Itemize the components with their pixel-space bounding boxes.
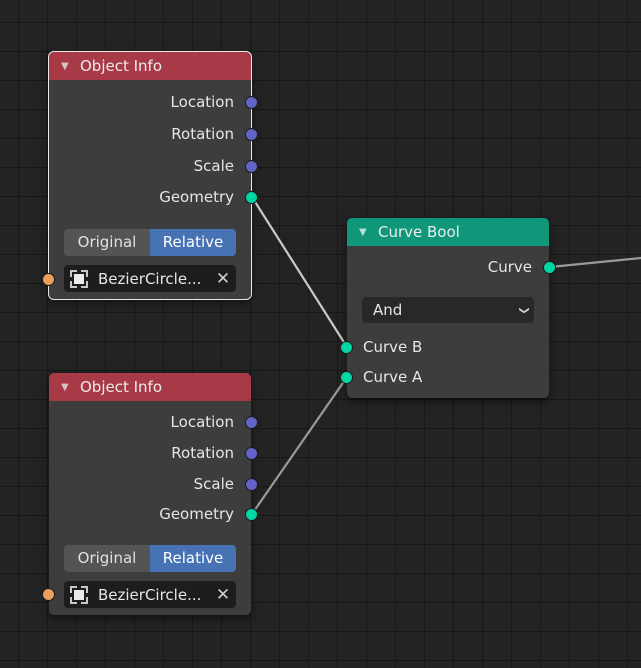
location-socket[interactable] — [245, 96, 258, 109]
output-curve: Curve — [487, 258, 532, 276]
chevron-down-icon: ❯ — [518, 305, 530, 315]
node-header[interactable]: ▼ Object Info — [49, 52, 251, 80]
rotation-socket[interactable] — [245, 447, 258, 460]
output-scale: Scale — [193, 157, 234, 175]
object-name: BezierCircle... — [98, 585, 202, 604]
object-info-node-2[interactable]: ▼ Object Info Location Rotation Scale Ge… — [42, 373, 258, 615]
output-geometry: Geometry — [159, 505, 234, 523]
collapse-arrow-icon[interactable]: ▼ — [61, 382, 71, 393]
clear-icon[interactable]: ✕ — [210, 585, 236, 605]
transform-space-toggle: Original Relative — [64, 545, 236, 572]
collapse-arrow-icon[interactable]: ▼ — [359, 227, 369, 238]
node-title: Object Info — [80, 57, 163, 75]
curve-a-socket[interactable] — [340, 371, 353, 384]
original-button[interactable]: Original — [64, 545, 150, 572]
curve-output-socket[interactable] — [543, 261, 556, 274]
output-scale: Scale — [193, 475, 234, 493]
original-button[interactable]: Original — [64, 229, 150, 256]
input-curve-a: Curve A — [363, 368, 423, 386]
link-curve-output[interactable] — [549, 256, 641, 269]
object-input-socket[interactable] — [42, 588, 55, 601]
scale-socket[interactable] — [245, 478, 258, 491]
node-title: Curve Bool — [378, 223, 460, 241]
clear-icon[interactable]: ✕ — [210, 269, 236, 289]
node-header[interactable]: ▼ Object Info — [49, 373, 251, 401]
input-curve-b: Curve B — [363, 338, 423, 356]
geometry-socket[interactable] — [245, 191, 258, 204]
object-field[interactable]: BezierCircle... ✕ — [64, 581, 236, 608]
geometry-socket[interactable] — [245, 508, 258, 521]
collapse-arrow-icon[interactable]: ▼ — [61, 61, 71, 72]
link-geometry-to-curve-b[interactable] — [251, 196, 348, 348]
curve-b-socket[interactable] — [340, 341, 353, 354]
link-geometry-to-curve-a[interactable] — [251, 376, 348, 515]
curve-bool-node[interactable]: ▼ Curve Bool Curve And ❯ Curve B Curve A — [340, 218, 556, 398]
transform-space-toggle: Original Relative — [64, 229, 236, 256]
object-icon — [70, 585, 88, 604]
object-icon — [70, 269, 88, 288]
output-rotation: Rotation — [171, 125, 234, 143]
output-geometry: Geometry — [159, 188, 234, 206]
object-info-node-1[interactable]: ▼ Object Info Location Rotation Scale Ge… — [42, 51, 258, 300]
object-name: BezierCircle... — [98, 269, 202, 288]
location-socket[interactable] — [245, 416, 258, 429]
operation-dropdown[interactable]: And ❯ — [362, 297, 534, 323]
object-field[interactable]: BezierCircle... ✕ — [64, 265, 236, 292]
object-input-socket[interactable] — [42, 273, 55, 286]
scale-socket[interactable] — [245, 160, 258, 173]
node-header[interactable]: ▼ Curve Bool — [347, 218, 549, 246]
operation-value: And — [373, 301, 403, 319]
relative-button[interactable]: Relative — [150, 545, 236, 572]
output-location: Location — [170, 413, 234, 431]
relative-button[interactable]: Relative — [150, 229, 236, 256]
output-location: Location — [170, 93, 234, 111]
node-title: Object Info — [80, 378, 163, 396]
rotation-socket[interactable] — [245, 128, 258, 141]
output-rotation: Rotation — [171, 444, 234, 462]
